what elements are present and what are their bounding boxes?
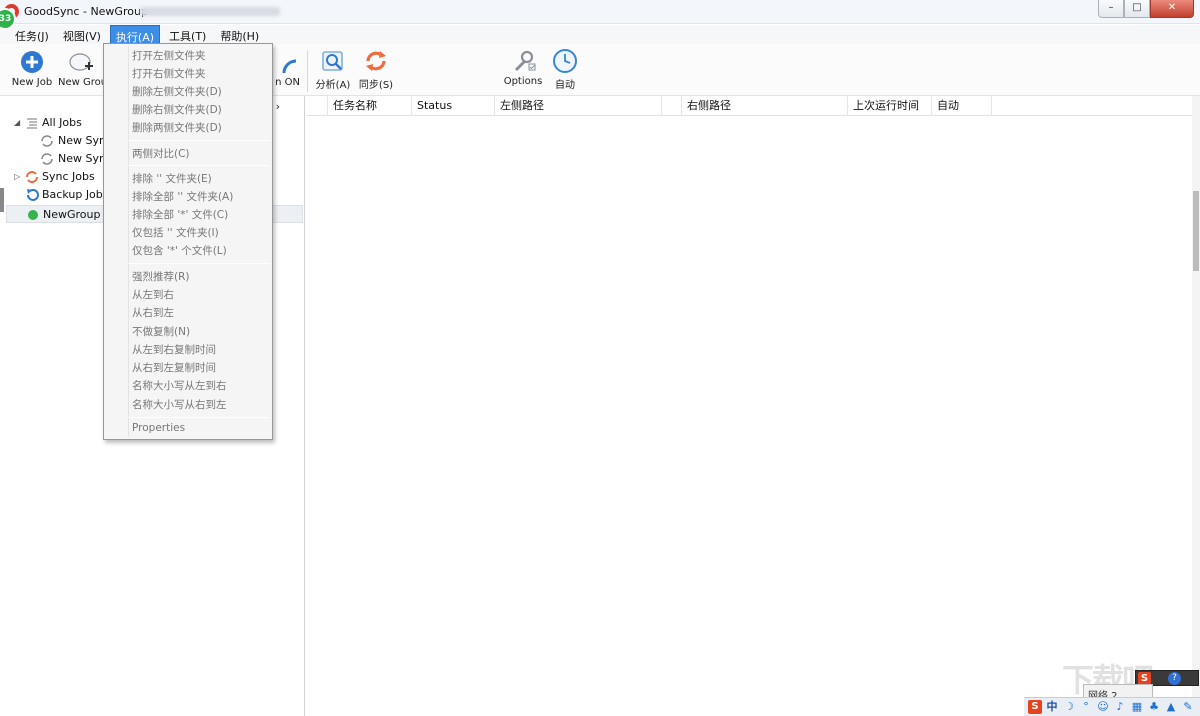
tree-item-label: Sync Jobs: [42, 170, 95, 183]
list-icon: [27, 118, 37, 129]
minimize-button[interactable]: –: [1098, 0, 1124, 18]
window-controls: – □ ✕: [1098, 0, 1194, 18]
tree-item-label: All Jobs: [42, 116, 82, 129]
auto-button[interactable]: 自动: [548, 48, 582, 91]
options-label: Options: [503, 76, 543, 87]
vertical-scrollbar[interactable]: [1192, 96, 1200, 716]
menu-item-compare-both[interactable]: 两侧对比(C): [132, 146, 190, 161]
sync-gray-icon: [41, 153, 53, 165]
analyze-label: 分析(A): [315, 80, 351, 91]
auto-label: 自动: [555, 80, 575, 91]
table-header: 任务名称 Status 左侧路径 右侧路径 上次运行时间 自动: [306, 96, 1200, 116]
menu-separator: [128, 140, 270, 141]
column-header-auto[interactable]: 自动: [932, 96, 992, 116]
menu-item-open-left-folder[interactable]: 打开左侧文件夹: [132, 48, 206, 63]
menu-item-case-rtl[interactable]: 名称大小写从右到左: [132, 397, 227, 412]
scrollbar-thumb[interactable]: [1193, 191, 1199, 271]
options-button[interactable]: Options: [501, 48, 545, 87]
menu-bar: 任务(J) 视图(V) 执行(A) 工具(T) 帮助(H): [0, 25, 1200, 44]
new-group-icon: [69, 53, 93, 71]
skin-icon[interactable]: ♣: [1147, 700, 1161, 714]
column-header-left-path[interactable]: 左侧路径: [495, 96, 662, 116]
sync-label: 同步(S): [358, 80, 394, 91]
system-tray: S 中 ☽ ° ☺ ♪ ▦ ♣ ▲ ✎: [1024, 697, 1200, 716]
menu-item-delete-right-folder[interactable]: 删除右侧文件夹(D): [132, 102, 222, 117]
title-bar: GoodSync - NewGroup – □ ✕: [0, 0, 1200, 24]
sync-gray-icon: [41, 135, 53, 147]
window-title: GoodSync - NewGroup: [24, 5, 148, 18]
toolbar-separator: [307, 50, 308, 92]
microphone-icon[interactable]: ♪: [1113, 700, 1127, 714]
column-header-spacer: [662, 96, 682, 116]
tree-item-label: NewGroup: [43, 208, 101, 221]
menu-item-open-right-folder[interactable]: 打开右侧文件夹: [132, 66, 206, 81]
menu-item-exclude-all-files[interactable]: 排除全部 '*' 文件(C): [132, 207, 228, 222]
menu-item-exclude-all-folders[interactable]: 排除全部 '' 文件夹(A): [132, 189, 233, 204]
menu-item-include-only-folder[interactable]: 仅包括 '' 文件夹(I): [132, 225, 219, 240]
new-job-button[interactable]: New Job: [10, 49, 54, 88]
column-header-task-name[interactable]: 任务名称: [328, 96, 412, 116]
sogou-tray-icon[interactable]: S: [1028, 700, 1042, 714]
settings-wrench-icon[interactable]: ✎: [1181, 700, 1195, 714]
jobs-table-panel: 任务名称 Status 左侧路径 右侧路径 上次运行时间 自动: [306, 96, 1200, 716]
menu-task[interactable]: 任务(J): [10, 25, 54, 44]
menu-item-properties[interactable]: Properties: [132, 422, 185, 434]
menu-item-no-copy[interactable]: 不做复制(N): [132, 324, 190, 339]
menu-item-recommended[interactable]: 强烈推荐(R): [132, 269, 190, 284]
new-job-label: New Job: [11, 77, 53, 88]
menu-item-case-ltr[interactable]: 名称大小写从左到右: [132, 378, 227, 393]
menu-item-copy-time-rtl[interactable]: 从右到左复制时间: [132, 360, 216, 375]
menu-separator: [128, 417, 270, 418]
punctuation-icon[interactable]: °: [1079, 700, 1093, 714]
new-group-label: New Grou: [58, 77, 104, 88]
auto-on-icon: [282, 59, 297, 74]
menu-item-include-only-files[interactable]: 仅包含 '*' 个文件(L): [132, 243, 227, 258]
menu-item-left-to-right[interactable]: 从左到右: [132, 287, 174, 302]
menu-item-delete-both-folders[interactable]: 删除两侧文件夹(D): [132, 120, 222, 135]
column-header-status[interactable]: Status: [412, 96, 495, 116]
chevron-right-icon: ›: [275, 100, 280, 113]
sync-orange-icon: [26, 171, 38, 183]
menu-item-copy-time-ltr[interactable]: 从左到右复制时间: [132, 342, 216, 357]
help-icon[interactable]: ?: [1168, 672, 1181, 685]
menu-view[interactable]: 视图(V): [58, 25, 106, 44]
close-button[interactable]: ✕: [1150, 0, 1194, 18]
menu-help[interactable]: 帮助(H): [215, 25, 264, 44]
tree-item-label: Backup Jobs: [42, 188, 109, 201]
green-dot-icon: [28, 210, 38, 220]
column-header-right-path[interactable]: 右侧路径: [682, 96, 848, 116]
toolbox-icon[interactable]: ▲: [1164, 700, 1178, 714]
keyboard-icon[interactable]: ▦: [1130, 700, 1144, 714]
plus-circle-icon: [21, 51, 43, 73]
wrench-icon: [514, 50, 536, 72]
action-menu-dropdown: 打开左侧文件夹 打开右侧文件夹 删除左侧文件夹(D) 删除右侧文件夹(D) 删除…: [103, 43, 273, 440]
menu-separator: [128, 165, 270, 166]
ime-language-indicator[interactable]: 中: [1045, 700, 1059, 714]
menu-action[interactable]: 执行(A): [109, 25, 161, 44]
column-header-blank[interactable]: [306, 96, 328, 116]
emoji-icon[interactable]: ☺: [1096, 700, 1110, 714]
clock-icon: [553, 49, 577, 73]
sync-button[interactable]: 同步(S): [356, 48, 396, 91]
expander-icon[interactable]: ◢: [14, 114, 20, 132]
expander-icon[interactable]: ▷: [14, 168, 20, 186]
column-header-last-run[interactable]: 上次运行时间: [848, 96, 932, 116]
sync-icon: [366, 51, 386, 71]
new-group-button[interactable]: New Grou: [58, 49, 104, 88]
menu-item-delete-left-folder[interactable]: 删除左侧文件夹(D): [132, 84, 222, 99]
analyze-icon: [322, 51, 343, 71]
menu-gutter: [128, 46, 129, 437]
menu-item-exclude-folder[interactable]: 排除 '' 文件夹(E): [132, 171, 212, 186]
analyze-button[interactable]: 分析(A): [313, 48, 353, 91]
menu-separator: [128, 263, 270, 264]
blurred-title-suffix: [140, 7, 280, 16]
maximize-button[interactable]: □: [1124, 0, 1150, 18]
menu-item-right-to-left[interactable]: 从右到左: [132, 305, 174, 320]
menu-tools[interactable]: 工具(T): [164, 25, 211, 44]
moon-icon[interactable]: ☽: [1062, 700, 1076, 714]
backup-icon: [27, 189, 39, 201]
